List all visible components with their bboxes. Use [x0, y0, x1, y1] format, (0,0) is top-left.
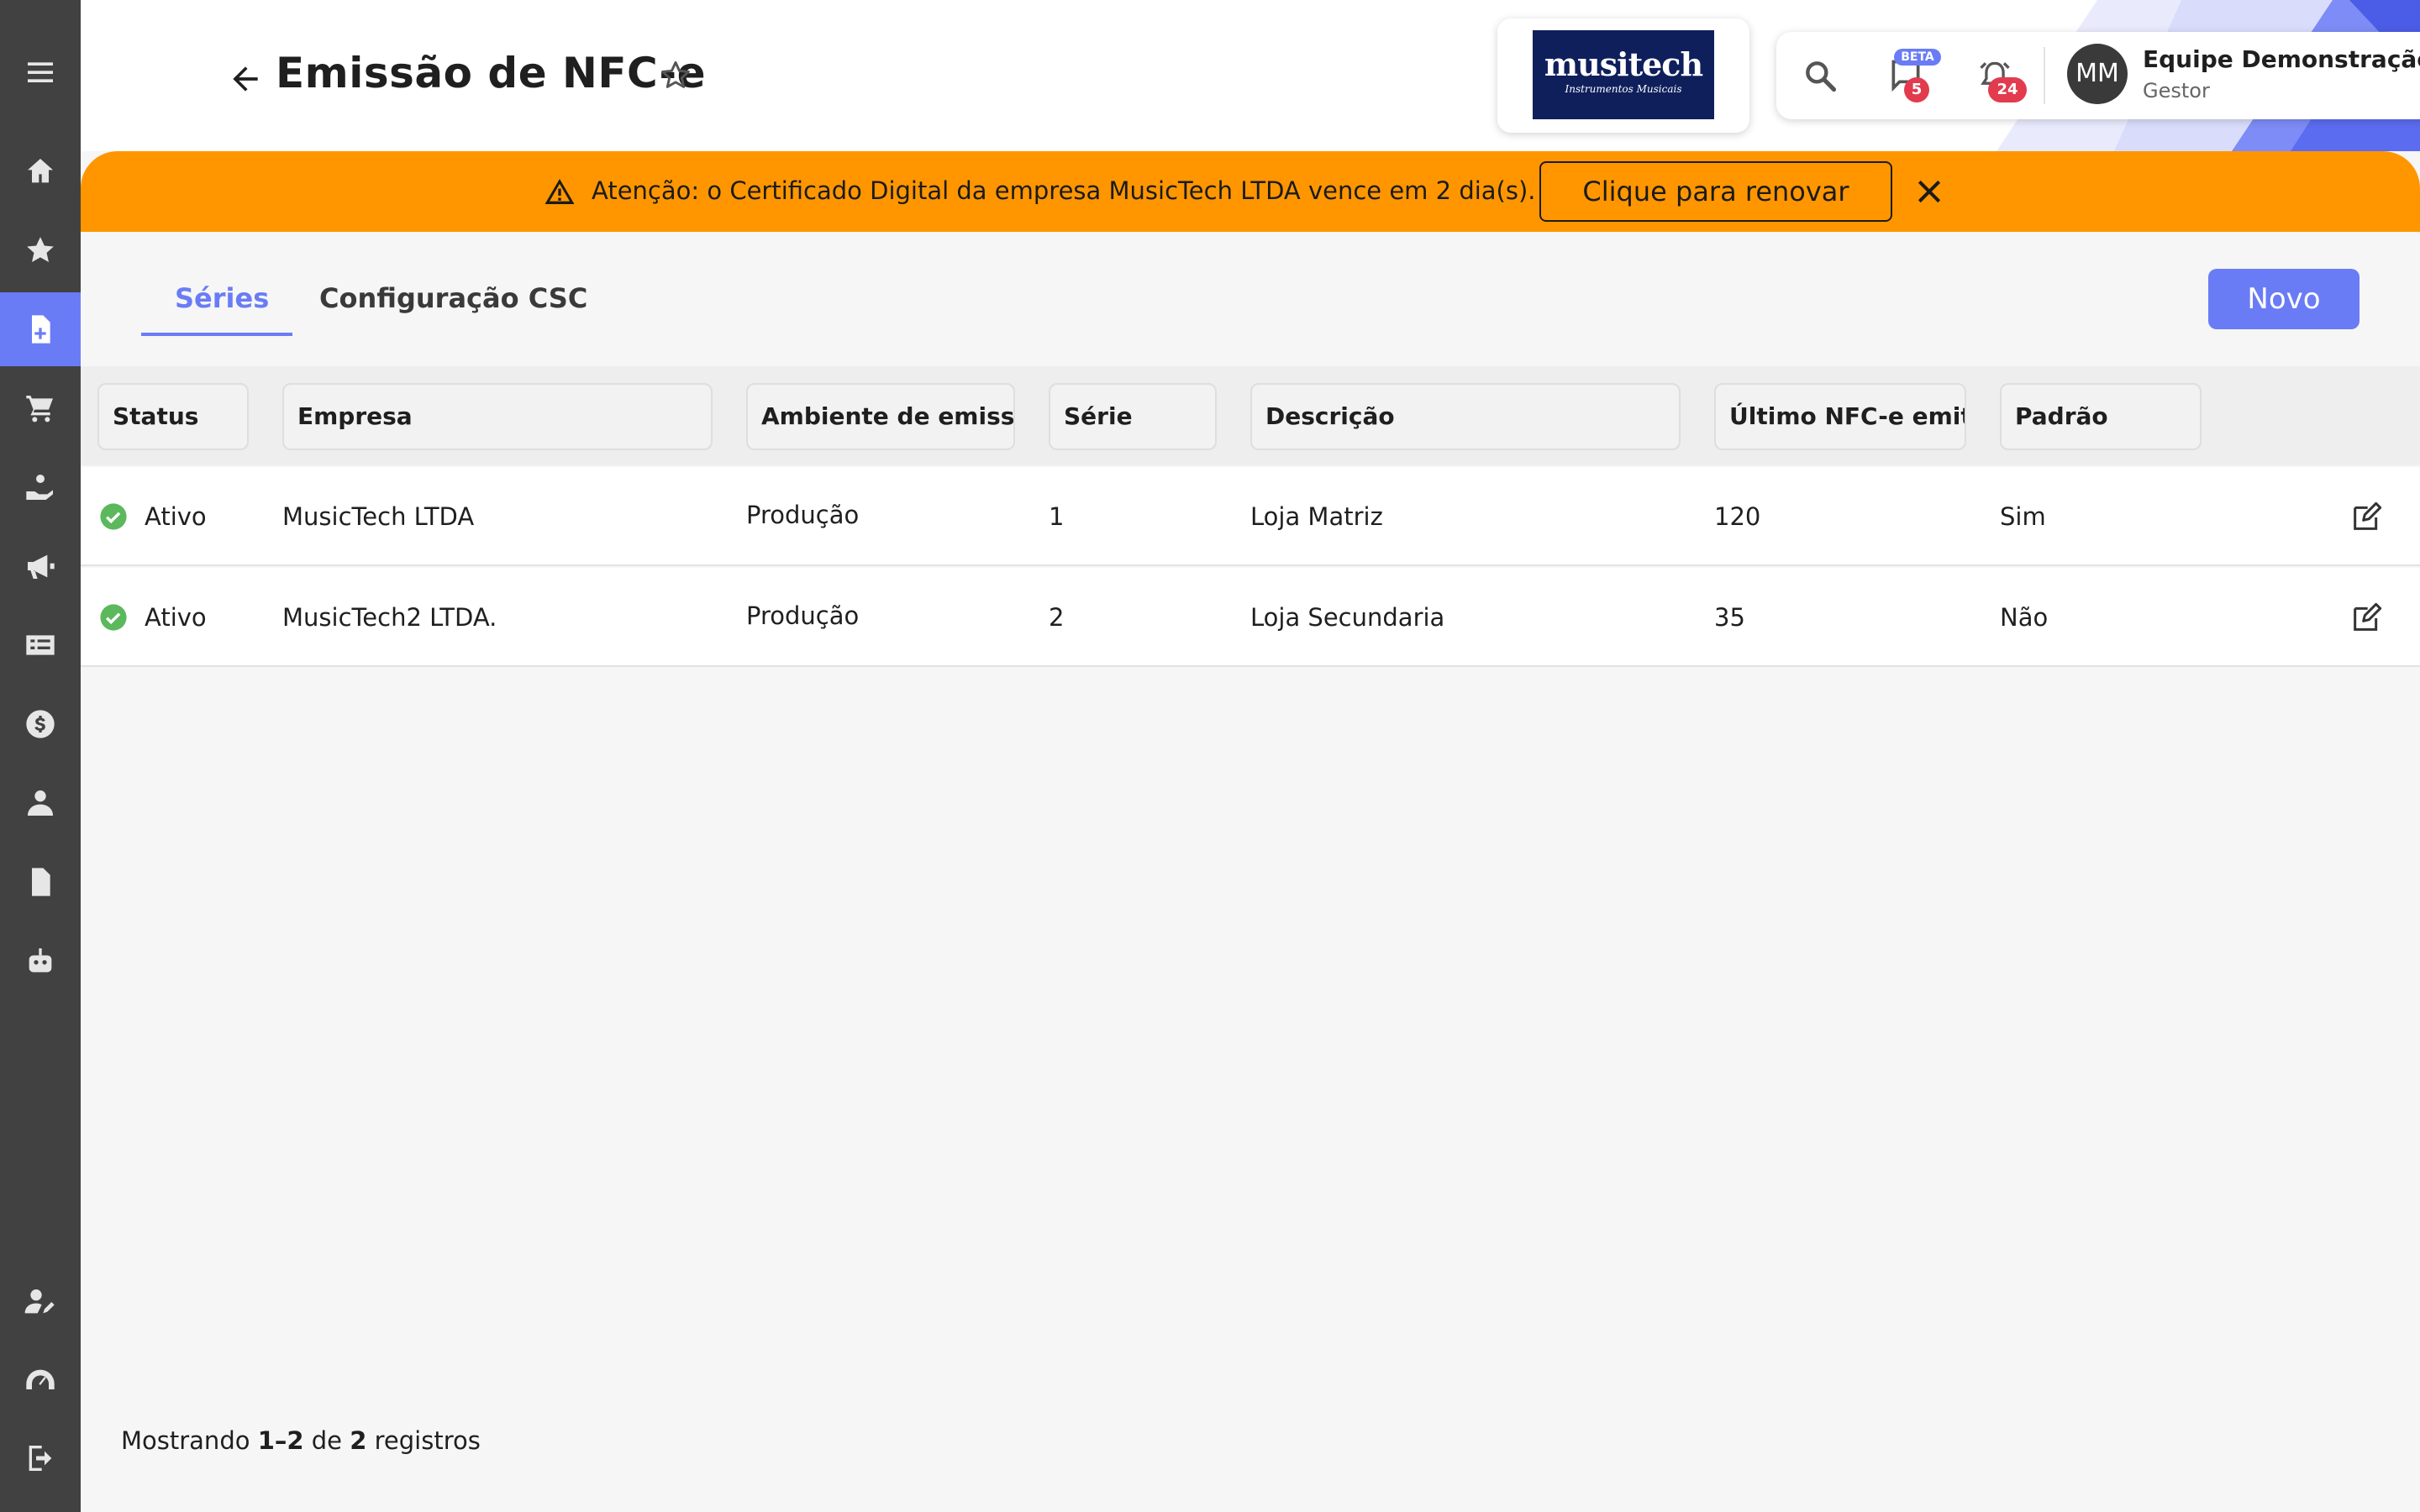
table-row[interactable]: Ativo MusicTech2 LTDA. Produção 2 Loja S… — [81, 568, 2420, 667]
menu-button[interactable] — [0, 35, 81, 109]
column-header-padrao[interactable]: Padrão — [2000, 383, 2202, 450]
sidebar-item-support[interactable] — [0, 1344, 81, 1418]
speedometer-icon — [26, 1369, 55, 1389]
sidebar-item-fiscal[interactable] — [0, 292, 81, 366]
cell-ambiente: Produção — [746, 601, 860, 630]
cell-padrao: Não — [2000, 603, 2049, 632]
pagination-suffix: registros — [374, 1426, 481, 1455]
new-button[interactable]: Novo — [2208, 269, 2360, 329]
top-header: Emissão de NFC-e musitech Instrumentos M… — [81, 0, 2420, 151]
pagination-range: 1–2 — [257, 1426, 304, 1455]
sidebar-item-home[interactable] — [0, 134, 81, 208]
column-header-empresa[interactable]: Empresa — [282, 383, 713, 450]
check-circle-icon — [100, 503, 127, 530]
sidebar-item-marketing[interactable] — [0, 529, 81, 603]
certificate-alert-banner: Atenção: o Certificado Digital da empres… — [81, 151, 2420, 232]
edit-icon[interactable] — [2349, 501, 2383, 534]
column-header-serie[interactable]: Série — [1049, 383, 1217, 450]
check-circle-icon — [100, 604, 127, 631]
cell-ambiente: Produção — [746, 501, 860, 529]
user-icon — [28, 790, 53, 816]
column-header-descricao[interactable]: Descrição — [1250, 383, 1681, 450]
user-toolbar: BETA 5 24 MM Equipe Demonstração Gestor — [1776, 32, 2420, 119]
cell-status: Ativo — [145, 603, 207, 632]
cell-serie: 1 — [1049, 502, 1065, 531]
sidebar-item-profile[interactable] — [0, 1265, 81, 1339]
sidebar-item-automation[interactable] — [0, 924, 81, 998]
company-logo: musitech Instrumentos Musicais — [1533, 30, 1714, 119]
cart-icon — [26, 396, 53, 423]
avatar[interactable]: MM — [2067, 44, 2128, 104]
favorite-star-icon[interactable] — [657, 57, 694, 94]
column-header-status[interactable]: Status — [97, 383, 249, 450]
alert-message: Atenção: o Certificado Digital da empres… — [592, 176, 1536, 205]
hand-coins-icon — [26, 475, 53, 500]
company-logo-card: musitech Instrumentos Musicais — [1497, 18, 1749, 133]
cell-descricao: Loja Matriz — [1250, 502, 1383, 531]
user-edit-icon — [24, 1289, 55, 1314]
star-icon — [27, 237, 54, 262]
table-row[interactable]: Ativo MusicTech LTDA Produção 1 Loja Mat… — [81, 467, 2420, 566]
user-role: Gestor — [2143, 79, 2210, 102]
sidebar-item-payments[interactable] — [0, 687, 81, 761]
file-icon — [32, 868, 50, 896]
dollar-icon — [26, 710, 55, 738]
sidebar-item-sales[interactable] — [0, 371, 81, 445]
cell-descricao: Loja Secundaria — [1250, 603, 1445, 632]
sidebar-item-billing[interactable] — [0, 608, 81, 682]
renew-certificate-button[interactable]: Clique para renovar — [1539, 161, 1892, 222]
pagination-prefix: Mostrando — [121, 1426, 250, 1455]
toolbar-divider — [2044, 47, 2045, 104]
cell-empresa: MusicTech2 LTDA. — [282, 603, 497, 632]
cell-status: Ativo — [145, 502, 207, 531]
sidebar-item-favorites[interactable] — [0, 213, 81, 287]
warning-icon — [544, 179, 575, 204]
pagination-summary: Mostrando 1–2 de 2 registros — [121, 1426, 481, 1455]
column-header-ambiente[interactable]: Ambiente de emissão — [746, 383, 1015, 450]
megaphone-icon — [28, 554, 55, 579]
document-add-icon — [32, 315, 50, 344]
menu-icon — [28, 62, 53, 82]
cell-ultimo: 120 — [1714, 502, 1761, 531]
alerts-count-badge: 24 — [1988, 77, 2027, 102]
logo-wordmark: musitech — [1544, 45, 1703, 83]
logout-button[interactable] — [0, 1421, 81, 1495]
cell-padrao: Sim — [2000, 502, 2046, 531]
sidebar-item-finance[interactable] — [0, 450, 81, 524]
cell-empresa: MusicTech LTDA — [282, 502, 475, 531]
cell-serie: 2 — [1049, 603, 1065, 632]
search-icon[interactable] — [1802, 57, 1839, 94]
logo-subtitle: Instrumentos Musicais — [1565, 83, 1682, 95]
active-tab-indicator — [141, 333, 292, 336]
robot-icon — [29, 948, 52, 973]
logout-icon — [29, 1446, 52, 1471]
tab-csc-config[interactable]: Configuração CSC — [319, 282, 587, 314]
cell-ultimo: 35 — [1714, 603, 1745, 632]
receipt-icon — [26, 635, 55, 655]
column-header-ultimo[interactable]: Último NFC-e emitido — [1714, 383, 1966, 450]
back-arrow-icon[interactable] — [227, 60, 264, 97]
page-title: Emissão de NFC-e — [276, 49, 707, 97]
home-icon — [28, 159, 53, 183]
pagination-total: 2 — [350, 1426, 367, 1455]
sidebar-item-reports[interactable] — [0, 845, 81, 919]
pagination-of: de — [311, 1426, 343, 1455]
edit-icon[interactable] — [2349, 601, 2383, 635]
beta-badge: BETA — [1894, 49, 1941, 66]
user-name[interactable]: Equipe Demonstração — [2143, 45, 2420, 73]
chat-count-badge: 5 — [1904, 77, 1929, 102]
sidebar-item-people[interactable] — [0, 766, 81, 840]
close-icon[interactable] — [1912, 175, 1946, 208]
sidebar — [0, 0, 81, 1512]
tab-series[interactable]: Séries — [175, 282, 269, 314]
